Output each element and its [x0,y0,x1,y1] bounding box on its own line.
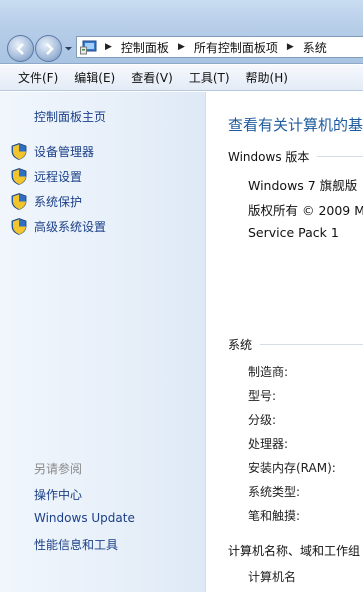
uac-shield-icon [11,217,27,235]
task-label: 高级系统设置 [34,219,107,234]
forward-button[interactable] [35,35,62,62]
computer-name-section-header: 计算机名称、域和工作组 [228,542,363,559]
task-label: 系统保护 [34,194,83,209]
task-advanced-system-settings[interactable]: 高级系统设置 [11,217,106,235]
link-action-center[interactable]: 操作中心 [34,486,82,503]
menu-edit[interactable]: 编辑(E) [74,69,115,86]
section-divider [317,156,363,157]
main-content: 查看有关计算机的基 Windows 版本 Windows 7 旗舰版 版权所有 … [207,92,363,592]
system-type-label: 系统类型: [248,485,301,499]
menu-file[interactable]: 文件(F) [18,69,58,86]
breadcrumb-system[interactable]: 系统 [303,39,327,56]
task-label: 远程设置 [34,169,83,184]
uac-shield-icon [11,167,27,185]
back-button[interactable] [7,35,34,62]
breadcrumb-separator-icon: ▶ [105,42,112,52]
back-arrow-icon [15,42,24,55]
page-title: 查看有关计算机的基 [228,116,363,134]
model-label: 型号: [248,389,277,403]
task-label: 设备管理器 [34,144,95,159]
installed-memory-label: 安装内存(RAM): [248,461,336,475]
task-pane: 控制面板主页 设备管理器 远程设置 系统保护 高级系统设置 另请参阅 操作中心 … [0,92,206,592]
menu-bar: 文件(F) 编辑(E) 查看(V) 工具(T) 帮助(H) [0,65,363,91]
section-title: Windows 版本 [228,150,310,164]
breadcrumb-separator-icon[interactable]: ▶ [178,42,185,52]
system-section-header: 系统 [228,336,363,353]
control-panel-icon [80,39,98,55]
breadcrumb-all-items[interactable]: 所有控制面板项 [194,39,278,56]
manufacturer-label: 制造商: [248,365,289,379]
section-title: 计算机名称、域和工作组 [228,544,361,558]
task-device-manager[interactable]: 设备管理器 [11,142,94,160]
breadcrumb-separator-icon[interactable]: ▶ [287,42,294,52]
computer-name-label: 计算机名 [248,570,297,584]
address-bar[interactable]: ▶ 控制面板 ▶ 所有控制面板项 ▶ 系统 [76,36,363,58]
edition-name: Windows 7 旗舰版 [248,178,358,193]
uac-shield-icon [11,142,27,160]
forward-arrow-icon [45,42,54,55]
control-panel-home-link[interactable]: 控制面板主页 [34,108,106,125]
section-title: 系统 [228,338,253,352]
task-system-protection[interactable]: 系统保护 [11,192,82,210]
service-pack: Service Pack 1 [248,225,339,240]
menu-tools[interactable]: 工具(T) [189,69,230,86]
link-performance-info[interactable]: 性能信息和工具 [34,536,118,553]
menu-help[interactable]: 帮助(H) [246,69,288,86]
breadcrumb-control-panel[interactable]: 控制面板 [121,39,169,56]
chevron-down-icon [65,47,72,51]
navigation-bar: ▶ 控制面板 ▶ 所有控制面板项 ▶ 系统 [0,0,363,64]
see-also-heading: 另请参阅 [34,462,83,476]
rating-label: 分级: [248,413,277,427]
copyright-text: 版权所有 © 2009 Mi [248,203,363,218]
link-windows-update[interactable]: Windows Update [34,511,135,525]
pen-touch-label: 笔和触摸: [248,509,301,523]
menu-view[interactable]: 查看(V) [131,69,173,86]
task-remote-settings[interactable]: 远程设置 [11,167,82,185]
recent-pages-dropdown[interactable] [64,44,73,53]
section-divider [260,344,363,345]
uac-shield-icon [11,192,27,210]
windows-edition-header: Windows 版本 [228,148,363,165]
processor-label: 处理器: [248,437,289,451]
